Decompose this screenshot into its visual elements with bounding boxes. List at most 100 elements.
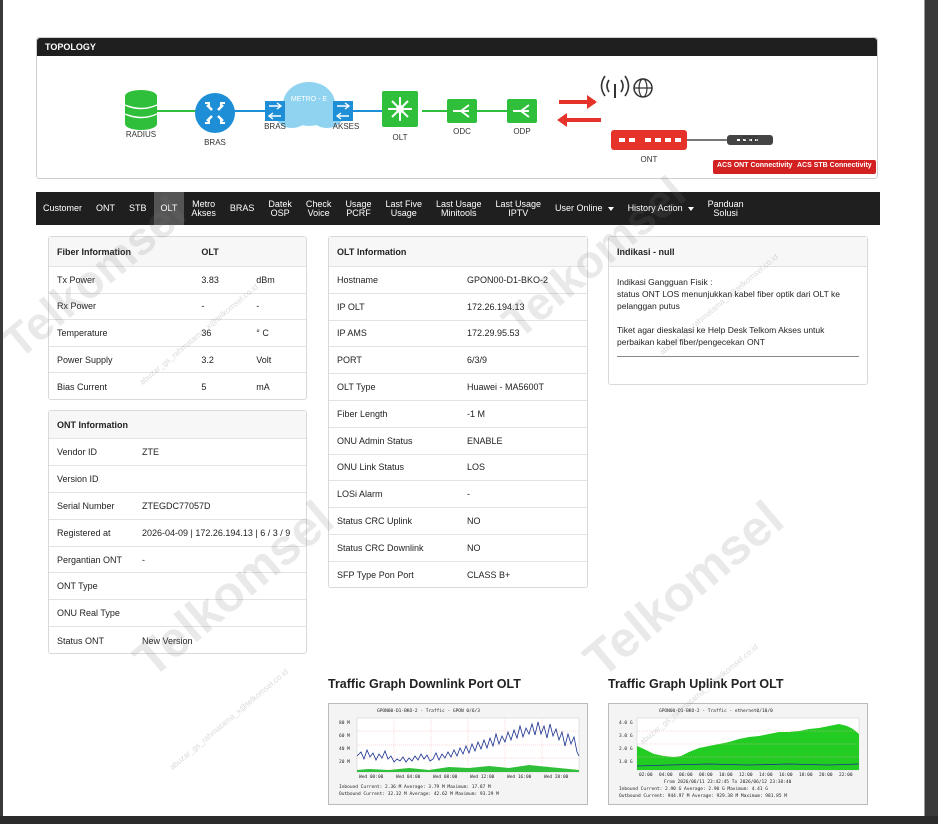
odc-splitter-icon xyxy=(447,99,477,123)
olt-value: 6/3/9 xyxy=(467,355,488,366)
olt-row: Status CRC Downlink NO xyxy=(329,535,587,562)
nav-tab-history-action[interactable]: History Action xyxy=(621,192,701,225)
olt-value: CLASS B+ xyxy=(467,570,511,581)
akses-switch-icon xyxy=(333,101,353,121)
label-stb: STB xyxy=(742,135,758,144)
fiber-row: Temperature 36 ° C xyxy=(49,320,306,347)
ont-label: ONT Type xyxy=(57,581,98,592)
olt-value: -1 M xyxy=(467,408,485,419)
olt-value: NO xyxy=(467,516,481,527)
ont-device-icon xyxy=(611,130,687,150)
radius-db-icon xyxy=(124,90,158,130)
fiber-value: 3.83 xyxy=(201,274,219,285)
label-akses: AKSES xyxy=(332,122,360,131)
fiber-header-label: Fiber Information xyxy=(57,246,131,257)
ont-label: Serial Number xyxy=(57,500,115,511)
uplink-graph-title: Traffic Graph Uplink Port OLT xyxy=(608,677,784,691)
ont-value: 2026-04-09 | 172.26.194.13 | 6 / 3 / 9 xyxy=(142,527,291,538)
ont-label: ONU Real Type xyxy=(57,608,120,619)
ont-information-panel: ONT Information Vendor ID ZTE Version ID Se… xyxy=(48,410,307,654)
olt-title: OLT Information xyxy=(337,246,407,257)
nav-tab-metro-akses[interactable]: Metro Akses xyxy=(184,192,223,225)
olt-label: ONU Link Status xyxy=(337,462,405,473)
olt-row: IP AMS 172.29.95.53 xyxy=(329,321,587,348)
nav-tab-check-voice[interactable]: Check Voice xyxy=(299,192,339,225)
indikasi-line-2: status ONT LOS menunjukkan kabel fiber o… xyxy=(617,289,840,311)
nav-tab-panduan-solusi[interactable]: Panduan Solusi xyxy=(701,192,751,225)
uplink-xtick: 20:00 xyxy=(819,772,833,778)
nav-tab-last-usage-minitools[interactable]: Last Usage Minitools xyxy=(429,192,489,225)
fiber-row: Tx Power 3.83 dBm xyxy=(49,267,306,294)
uplink-graph-caption: GPON00-D1-BKO-2 - Traffic - ethernet0/10… xyxy=(659,708,773,714)
downlink-ytick: 20 M xyxy=(339,759,350,765)
uplink-traffic-graph[interactable]: GPON00-D1-BKO-2 - Traffic - ethernet0/10… xyxy=(608,703,868,805)
nav-tab-last-five-usage[interactable]: Last Five Usage xyxy=(378,192,429,225)
nav-tab-label: STB xyxy=(129,203,147,213)
ont-header-row: ONT Information xyxy=(49,411,306,439)
olt-row: ONU Admin Status ENABLE xyxy=(329,428,587,455)
nav-tab-customer[interactable]: Customer xyxy=(36,192,89,225)
olt-value: Huawei - MA5600T xyxy=(467,382,545,393)
uplink-xtick: 06:00 xyxy=(679,772,693,778)
olt-value: GPON00-D1-BKO-2 xyxy=(467,274,549,285)
uplink-ytick: 2.0 G xyxy=(619,746,633,752)
uplink-graph-svg: GPON00-D1-BKO-2 - Traffic - ethernet0/10… xyxy=(619,708,860,799)
downlink-xtick: Wed 16:00 xyxy=(507,774,532,780)
fiber-value: 3.2 xyxy=(201,354,214,365)
nav-tab-label: Last Usage IPTV xyxy=(495,198,542,218)
nav-tab-last-usage-iptv[interactable]: Last Usage IPTV xyxy=(489,192,549,225)
chevron-down-icon xyxy=(687,206,694,211)
nav-tab-label: Last Five Usage xyxy=(385,198,422,218)
fiber-value: - xyxy=(201,301,205,312)
ont-value: New Version xyxy=(142,635,193,646)
olt-value: - xyxy=(467,489,470,500)
olt-label: LOSi Alarm xyxy=(337,489,383,500)
fiber-row: Bias Current 5 mA xyxy=(49,373,306,400)
downlink-traffic-graph[interactable]: GPON00-D1-BKO-2 - Traffic - GPON 0/6/3 80… xyxy=(328,703,588,805)
nav-tab-bras[interactable]: BRAS xyxy=(223,192,262,225)
fiber-label: Rx Power xyxy=(57,301,97,312)
uplink-xtick: 14:00 xyxy=(759,772,773,778)
uplink-xtick: 10:00 xyxy=(719,772,733,778)
watermark-email: abuzar_gs_rahmatama_x@telkomsel.co.id xyxy=(167,667,290,772)
olt-row: SFP Type Pon Port CLASS B+ xyxy=(329,562,587,589)
nav-tab-datek-osp[interactable]: Datek OSP xyxy=(261,192,299,225)
uplink-daterange: From 2026/06/11 23:42:45 To 2026/06/12 2… xyxy=(664,779,792,785)
nav-tab-stb[interactable]: STB xyxy=(122,192,154,225)
fiber-label: Tx Power xyxy=(57,274,96,285)
ont-row: Serial Number ZTEGDC77057D xyxy=(49,493,306,520)
uplink-xtick: 16:00 xyxy=(779,772,793,778)
ont-row: Registered at 2026-04-09 | 172.26.194.13 … xyxy=(49,520,306,547)
nav-tab-olt[interactable]: OLT xyxy=(153,192,185,225)
olt-label: IP OLT xyxy=(337,301,365,312)
fiber-value: ° C xyxy=(256,327,269,338)
nav-tab-label: BRAS xyxy=(229,203,255,213)
ont-value: ZTEGDC77057D xyxy=(142,500,211,511)
swap-arrows-icon xyxy=(557,95,601,127)
nav-tab-ont[interactable]: ONT xyxy=(89,192,122,225)
bras-switch-icon xyxy=(265,101,285,121)
olt-row: ONU Link Status LOS xyxy=(329,455,587,482)
olt-value: NO xyxy=(467,542,481,553)
olt-label: Status CRC Downlink xyxy=(337,542,424,553)
uplink-xtick: 18:00 xyxy=(799,772,813,778)
nav-tab-label: OLT xyxy=(160,203,178,213)
acs-stb-connectivity-button[interactable]: ACS STB Connectivity xyxy=(793,160,876,174)
olt-label: Fiber Length xyxy=(337,408,388,419)
acs-ont-connectivity-button[interactable]: ACS ONT Connectivity xyxy=(713,160,797,174)
nav-tab-label: Last Usage Minitools xyxy=(435,198,482,218)
nav-tab-label: ONT xyxy=(96,203,116,213)
ont-label: Pergantian ONT xyxy=(57,554,123,565)
nav-tab-usage-pcrf[interactable]: Usage PCRF xyxy=(338,192,378,225)
downlink-legend-outbound: Outbound Current: 32.32 M Average: 42.62… xyxy=(339,791,499,797)
olt-row: PORT 6/3/9 xyxy=(329,347,587,375)
nav-tab-label: Metro Akses xyxy=(191,198,216,218)
nav-tab-label: Panduan Solusi xyxy=(707,198,744,218)
olt-label: Hostname xyxy=(337,274,379,285)
nav-tab-user-online[interactable]: User Online xyxy=(548,192,621,225)
uplink-xtick: 22:00 xyxy=(839,772,853,778)
downlink-ytick: 40 M xyxy=(339,746,350,752)
olt-value: 172.29.95.53 xyxy=(467,328,520,339)
downlink-xtick: Wed 20:00 xyxy=(544,774,569,780)
label-metro-e: METRO - E xyxy=(290,96,328,103)
